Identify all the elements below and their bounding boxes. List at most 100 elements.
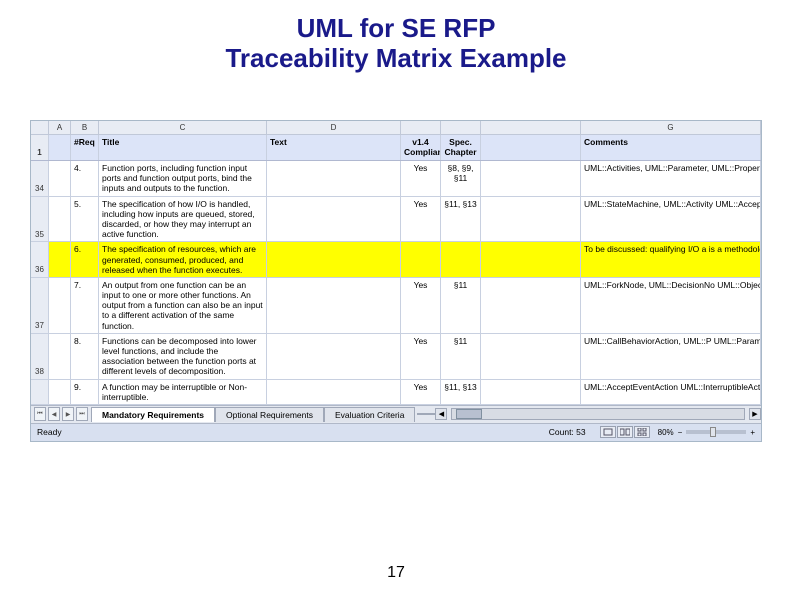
cell-blank[interactable] xyxy=(49,161,71,196)
cell-comments[interactable]: UML::ForkNode, UML::DecisionNo UML::Obje… xyxy=(581,278,761,333)
zoom-slider-track[interactable] xyxy=(686,430,746,434)
hdr-blank xyxy=(49,135,71,160)
cell-compliance[interactable]: Yes xyxy=(401,380,441,404)
cell-compliance[interactable]: Yes xyxy=(401,197,441,242)
cell-spec[interactable]: §11 xyxy=(441,334,481,379)
row-number[interactable]: 1 xyxy=(31,135,49,160)
row-number[interactable]: 34 xyxy=(31,161,49,196)
tab-last-icon[interactable]: ⏭ xyxy=(76,407,88,421)
cell-title[interactable]: A function may be interruptible or Non-i… xyxy=(99,380,267,404)
cell-blank[interactable] xyxy=(49,278,71,333)
zoom-out-icon[interactable]: − xyxy=(678,428,683,437)
cell-blank[interactable] xyxy=(49,380,71,404)
cell-text[interactable] xyxy=(267,334,401,379)
cell-blank2[interactable] xyxy=(481,242,581,277)
cell-text[interactable] xyxy=(267,242,401,277)
row-number[interactable]: 37 xyxy=(31,278,49,333)
cell-title[interactable]: Function ports, including function input… xyxy=(99,161,267,196)
col-header-b[interactable]: B xyxy=(71,121,99,134)
cell-compliance[interactable]: Yes xyxy=(401,161,441,196)
row-number[interactable]: 38 xyxy=(31,334,49,379)
cell-text[interactable] xyxy=(267,380,401,404)
select-all-corner[interactable] xyxy=(31,121,49,134)
cell-req-num[interactable]: 7. xyxy=(71,278,99,333)
hscroll-track[interactable] xyxy=(451,408,745,420)
col-header-e2[interactable] xyxy=(441,121,481,134)
view-page-layout-icon[interactable] xyxy=(617,426,633,438)
tab-next-icon[interactable]: ▶ xyxy=(62,407,74,421)
cell-spec[interactable]: §8, §9, §11 xyxy=(441,161,481,196)
table-row: 37 7.An output from one function can be a… xyxy=(31,278,761,334)
cell-req-num[interactable]: 9. xyxy=(71,380,99,404)
view-normal-icon[interactable] xyxy=(600,426,616,438)
sheet-tab-evaluation[interactable]: Evaluation Criteria xyxy=(324,407,415,422)
title-line-2: Traceability Matrix Example xyxy=(0,44,792,74)
view-page-break-icon[interactable] xyxy=(634,426,650,438)
cell-spec[interactable] xyxy=(441,242,481,277)
status-ready: Ready xyxy=(37,427,549,437)
col-header-c[interactable]: C xyxy=(99,121,267,134)
cell-comments[interactable]: UML::Activities, UML::Parameter, UML::Pr… xyxy=(581,161,761,196)
cell-compliance[interactable]: Yes xyxy=(401,334,441,379)
view-buttons xyxy=(600,426,650,438)
cell-comments[interactable]: UML::CallBehaviorAction, UML::P UML::Par… xyxy=(581,334,761,379)
row-number[interactable]: 36 xyxy=(31,242,49,277)
zoom-control: 80% − + xyxy=(658,428,755,437)
status-bar: Ready Count: 53 80% − + xyxy=(31,423,761,441)
cell-spec[interactable]: §11 xyxy=(441,278,481,333)
hscroll-left-icon[interactable]: ◀ xyxy=(435,408,447,420)
zoom-slider-thumb[interactable] xyxy=(710,427,716,437)
cell-req-num[interactable]: 8. xyxy=(71,334,99,379)
cell-req-num[interactable]: 4. xyxy=(71,161,99,196)
cell-blank[interactable] xyxy=(49,197,71,242)
tab-prev-icon[interactable]: ◀ xyxy=(48,407,60,421)
table-row: 34 4.Function ports, including function i… xyxy=(31,161,761,197)
tab-end-spacer xyxy=(417,413,435,415)
cell-title[interactable]: An output from one function can be an in… xyxy=(99,278,267,333)
cell-title[interactable]: The specification of how I/O is handled,… xyxy=(99,197,267,242)
hdr-spec: Spec. Chapter xyxy=(441,135,481,160)
cell-req-num[interactable]: 6. xyxy=(71,242,99,277)
tab-nav-buttons: ⏮ ◀ ▶ ⏭ xyxy=(31,406,91,422)
cell-comments[interactable]: UML::AcceptEventAction UML::Interruptibl… xyxy=(581,380,761,404)
hscroll-right-icon[interactable]: ▶ xyxy=(749,408,761,420)
col-header-f[interactable] xyxy=(481,121,581,134)
table-row: 36 6.The specification of resources, whic… xyxy=(31,242,761,278)
hscroll-thumb[interactable] xyxy=(456,409,482,419)
cell-blank2[interactable] xyxy=(481,380,581,404)
col-header-a[interactable]: A xyxy=(49,121,71,134)
col-header-e1[interactable] xyxy=(401,121,441,134)
cell-text[interactable] xyxy=(267,278,401,333)
cell-title[interactable]: Functions can be decomposed into lower l… xyxy=(99,334,267,379)
cell-blank2[interactable] xyxy=(481,278,581,333)
cell-spec[interactable]: §11, §13 xyxy=(441,197,481,242)
sheet-tab-optional[interactable]: Optional Requirements xyxy=(215,407,324,422)
cell-compliance[interactable] xyxy=(401,242,441,277)
cell-blank[interactable] xyxy=(49,334,71,379)
cell-compliance[interactable]: Yes xyxy=(401,278,441,333)
slide-title: UML for SE RFP Traceability Matrix Examp… xyxy=(0,0,792,74)
cell-comments[interactable]: To be discussed: qualifying I/O a is a m… xyxy=(581,242,761,277)
cell-title[interactable]: The specification of resources, which ar… xyxy=(99,242,267,277)
cell-spec[interactable]: §11, §13 xyxy=(441,380,481,404)
cell-blank2[interactable] xyxy=(481,161,581,196)
cell-blank2[interactable] xyxy=(481,197,581,242)
spreadsheet-screenshot: A B C D G 1 #Req Title Text v1.4 Complia… xyxy=(30,120,762,442)
sheet-tab-bar: ⏮ ◀ ▶ ⏭ Mandatory Requirements Optional … xyxy=(31,405,761,423)
col-header-d[interactable]: D xyxy=(267,121,401,134)
col-header-g[interactable]: G xyxy=(581,121,761,134)
tab-first-icon[interactable]: ⏮ xyxy=(34,407,46,421)
cell-blank[interactable] xyxy=(49,242,71,277)
row-number[interactable] xyxy=(31,380,49,404)
column-header-row: A B C D G xyxy=(31,121,761,135)
cell-req-num[interactable]: 5. xyxy=(71,197,99,242)
hdr-title: Title xyxy=(99,135,267,160)
hdr-compliance: v1.4 Compliance xyxy=(401,135,441,160)
row-number[interactable]: 35 xyxy=(31,197,49,242)
zoom-in-icon[interactable]: + xyxy=(750,428,755,437)
cell-comments[interactable]: UML::StateMachine, UML::Activity UML::Ac… xyxy=(581,197,761,242)
cell-text[interactable] xyxy=(267,197,401,242)
cell-blank2[interactable] xyxy=(481,334,581,379)
sheet-tab-mandatory[interactable]: Mandatory Requirements xyxy=(91,407,215,422)
cell-text[interactable] xyxy=(267,161,401,196)
